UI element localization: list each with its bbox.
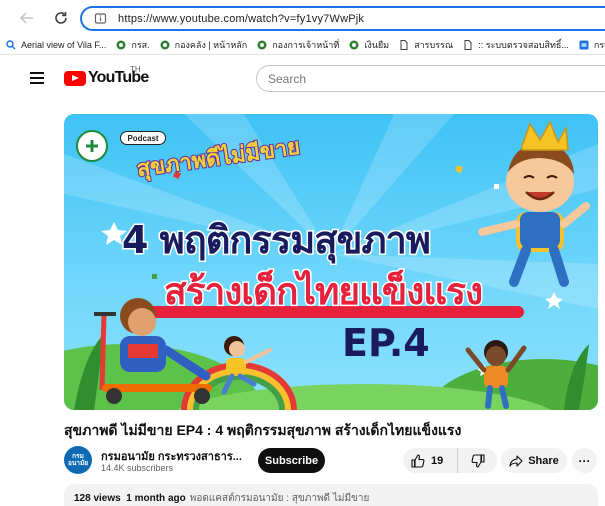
podcast-tag: Podcast [120, 131, 166, 145]
bookmark-kor-ror-sor[interactable]: กรส. [116, 38, 150, 52]
share-arrow-icon [509, 454, 523, 467]
menu-icon[interactable] [30, 72, 44, 84]
bookmark-label: Aerial view of Vila F... [21, 40, 107, 50]
bookmark-label: สารบรรณ [414, 40, 454, 50]
description-meta: 128 views 1 month ago พอดแคสต์กรมอนามัย :… [74, 491, 369, 506]
subscriber-count: 14.4K subscribers [101, 463, 174, 473]
thumbs-down-icon [471, 453, 485, 468]
like-button[interactable]: 19 [403, 448, 458, 473]
browser-toolbar: https://www.youtube.com/watch?v=fy1vy7Ww… [0, 0, 605, 36]
search-placeholder: Search [268, 71, 307, 86]
address-bar[interactable]: https://www.youtube.com/watch?v=fy1vy7Ww… [80, 6, 605, 31]
bookmark-finance-division[interactable]: กองคลัง | หน้าหลัก [160, 38, 248, 52]
bookmark-personnel-division[interactable]: กองการเจ้าหน้าที่ [257, 38, 339, 52]
share-label: Share [528, 454, 559, 467]
youtube-header: YouTube TH Search [0, 56, 605, 101]
more-actions-button[interactable]: ··· [572, 448, 597, 473]
video-title: สุขภาพดี ไม่มีขาย EP4 : 4 พฤติกรรมสุขภาพ… [64, 422, 462, 438]
more-dots-icon: ··· [578, 453, 591, 468]
shield-icon [160, 40, 170, 50]
bookmark-label: กองการเจ้าหน้าที่ [272, 40, 340, 50]
region-code: TH [130, 65, 141, 74]
bookmark-advance-money[interactable]: เงินยืม [349, 38, 389, 52]
bookmark-label: :: ระบบตรวจสอบสิทธิ์... [478, 40, 569, 50]
search-icon [6, 40, 16, 50]
bookmark-aerial-view[interactable]: Aerial view of Vila F... [6, 40, 106, 50]
app-icon [579, 40, 589, 50]
reload-icon[interactable] [50, 7, 72, 29]
bookmark-rights-check[interactable]: :: ระบบตรวจสอบสิทธิ์... [463, 38, 569, 52]
site-info-icon[interactable] [92, 11, 108, 27]
upload-age: 1 month ago [126, 493, 186, 504]
back-arrow-icon[interactable] [16, 7, 38, 29]
bookmark-saraban[interactable]: สารบรรณ [399, 38, 453, 52]
bookmark-label: เงินยืม [364, 40, 390, 50]
search-input[interactable]: Search [256, 65, 605, 92]
bookmark-label: กรส. [131, 40, 150, 50]
thumbnail-headline-2: สร้างเด็กไทยแข็งแรง [162, 269, 484, 315]
url-text[interactable]: https://www.youtube.com/watch?v=fy1vy7Ww… [118, 13, 364, 25]
bookmarks-bar: Aerial view of Vila F... กรส. กองคลัง | … [0, 36, 605, 55]
view-count: 128 views [74, 493, 121, 504]
page-icon [400, 40, 408, 50]
hashtags: พอดแคสต์กรมอนามัย : สุขภาพดี ไม่มีขาย [189, 493, 370, 504]
like-dislike-group: 19 [403, 448, 497, 473]
dislike-button[interactable] [458, 448, 497, 473]
like-count: 19 [431, 454, 444, 467]
channel-avatar[interactable]: กรม อนามัย [64, 446, 92, 474]
page-icon [464, 40, 472, 50]
avatar-text: กรม อนามัย [67, 453, 89, 467]
shield-icon [116, 40, 126, 50]
bookmark-department[interactable]: กรม [579, 38, 605, 52]
description-box[interactable]: 128 views 1 month ago พอดแคสต์กรมอนามัย :… [64, 484, 598, 506]
youtube-play-icon [64, 70, 86, 86]
thumbs-up-icon [411, 453, 425, 468]
share-button[interactable]: Share [501, 448, 567, 473]
subscribe-button[interactable]: Subscribe [258, 448, 325, 473]
thumbnail-headline-1: 4 พฤติกรรมสุขภาพ [121, 217, 433, 264]
shield-icon [349, 40, 359, 50]
video-player-thumbnail[interactable]: Podcast สุขภาพดีไม่มีขาย 4 พฤติกรรมสุขภา… [64, 114, 598, 410]
episode-label: EP.4 [342, 321, 430, 365]
bookmark-label: กองคลัง | หน้าหลัก [174, 40, 248, 50]
bookmark-label: กรม [593, 40, 605, 50]
shield-icon [257, 40, 267, 50]
